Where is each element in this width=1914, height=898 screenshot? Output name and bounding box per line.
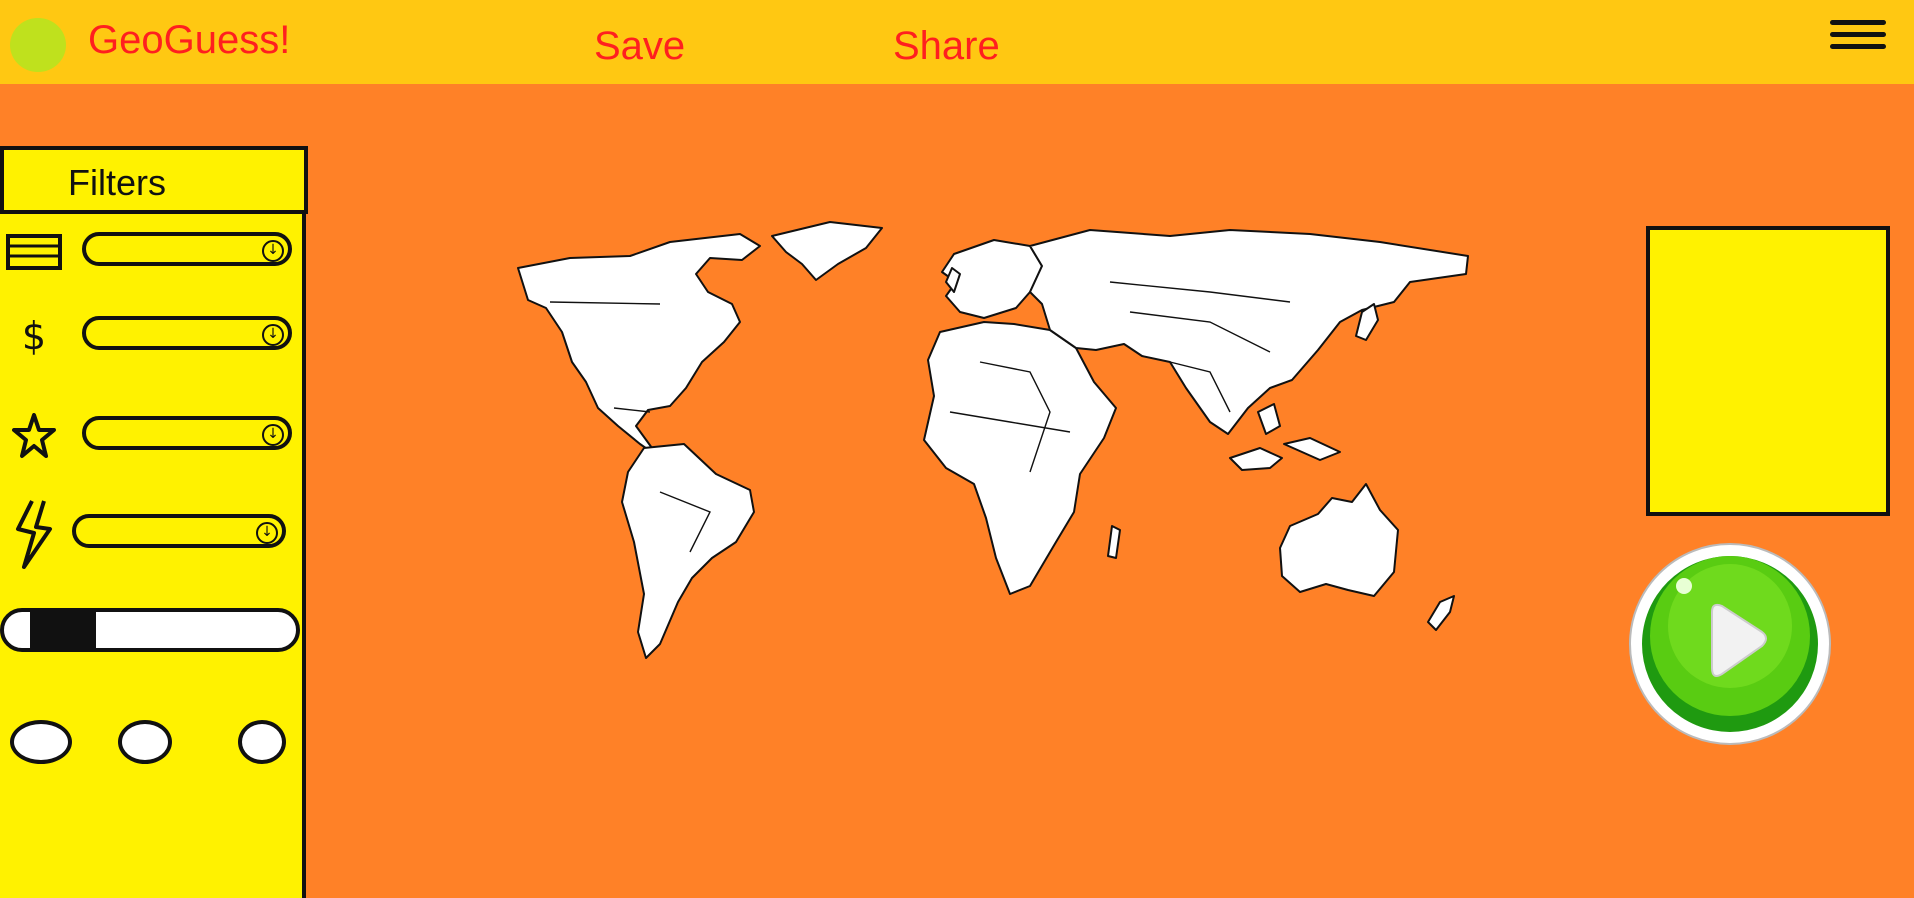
filter-row-rating: ↓	[0, 410, 306, 462]
lightning-icon	[6, 500, 62, 569]
world-map-graphic	[517, 221, 1469, 659]
top-bar: GeoGuess! Save Share	[0, 0, 1914, 84]
play-button[interactable]	[1628, 542, 1832, 746]
filter-row-price: $ ↓	[0, 310, 306, 362]
filter-row-list: ↓	[0, 226, 306, 278]
filters-header: Filters	[0, 146, 308, 214]
chevron-down-icon: ↓	[256, 522, 278, 544]
slider-handle[interactable]	[30, 612, 96, 648]
list-filter-dropdown[interactable]: ↓	[82, 232, 292, 266]
rating-filter-dropdown[interactable]: ↓	[82, 416, 292, 450]
energy-filter-dropdown[interactable]: ↓	[72, 514, 286, 548]
option-radio-3[interactable]	[238, 720, 286, 764]
range-slider[interactable]	[0, 608, 300, 652]
save-button[interactable]: Save	[594, 24, 685, 69]
filter-row-energy: ↓	[0, 500, 306, 569]
option-radio-1[interactable]	[10, 720, 72, 764]
filters-sidebar: Filters ↓ $ ↓ ↓ ↓	[0, 146, 308, 898]
list-icon	[6, 230, 62, 274]
filters-title: Filters	[68, 162, 166, 203]
world-map[interactable]	[510, 212, 1470, 674]
share-button[interactable]: Share	[893, 24, 1000, 69]
chevron-down-icon: ↓	[262, 424, 284, 446]
option-radio-2[interactable]	[118, 720, 172, 764]
play-icon	[1629, 543, 1831, 745]
logo-icon	[10, 18, 66, 72]
hamburger-menu-icon[interactable]	[1830, 20, 1890, 64]
star-icon	[6, 413, 62, 458]
chevron-down-icon: ↓	[262, 324, 284, 346]
price-filter-dropdown[interactable]: ↓	[82, 316, 292, 350]
info-panel	[1646, 226, 1890, 516]
app-title[interactable]: GeoGuess!	[88, 18, 290, 63]
dollar-icon: $	[21, 314, 47, 358]
chevron-down-icon: ↓	[262, 240, 284, 262]
